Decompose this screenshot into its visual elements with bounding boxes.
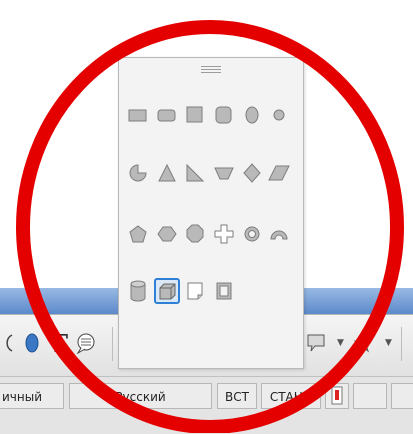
circle-icon[interactable] [266,102,292,128]
block-arc-icon[interactable] [266,221,292,247]
folded-corner-icon[interactable] [182,278,208,304]
arc-icon[interactable] [0,329,14,357]
trapezoid-icon[interactable] [211,160,237,186]
stars-dropdown-icon[interactable]: ▼ [385,338,392,348]
diamond-icon[interactable] [239,160,265,186]
callout-icon[interactable] [74,329,98,357]
square-icon[interactable] [182,102,208,128]
page-style-field[interactable]: ичный [0,383,64,409]
callouts-dropdown-icon[interactable]: ▼ [337,338,344,348]
document-modified-icon[interactable] [325,383,349,409]
ellipse-icon[interactable] [20,329,44,357]
isosceles-triangle-icon[interactable] [154,160,180,186]
parallelogram-icon[interactable] [266,160,292,186]
selection-mode-field[interactable]: СТАНД [261,383,321,409]
cross-icon[interactable] [211,221,237,247]
cylinder-icon[interactable] [125,278,151,304]
palette-drag-handle[interactable] [201,66,221,74]
cube-icon[interactable] [154,278,180,304]
rounded-rectangle-icon[interactable] [154,102,180,128]
language-field[interactable]: Русский [69,383,212,409]
object-info-field [391,383,413,409]
toolbar-separator [401,327,402,361]
signature-field[interactable] [353,383,387,409]
toolbar-separator [112,327,113,361]
circle-pie-icon[interactable] [125,160,151,186]
right-triangle-icon[interactable] [182,160,208,186]
callouts-icon[interactable] [305,329,327,357]
stars-icon[interactable] [352,329,374,357]
ring-icon[interactable] [239,221,265,247]
rectangle-icon[interactable] [125,102,151,128]
basic-shapes-palette [118,57,304,369]
status-bar: ичный Русский ВСТ СТАНД [0,376,413,434]
frame-icon[interactable] [211,278,237,304]
pentagon-icon[interactable] [125,221,151,247]
octagon-icon[interactable] [182,221,208,247]
hexagon-icon[interactable] [154,221,180,247]
insert-mode-field[interactable]: ВСТ [217,383,257,409]
text-icon[interactable]: T [46,329,72,358]
ellipse-icon[interactable] [239,102,265,128]
rounded-square-icon[interactable] [211,102,237,128]
